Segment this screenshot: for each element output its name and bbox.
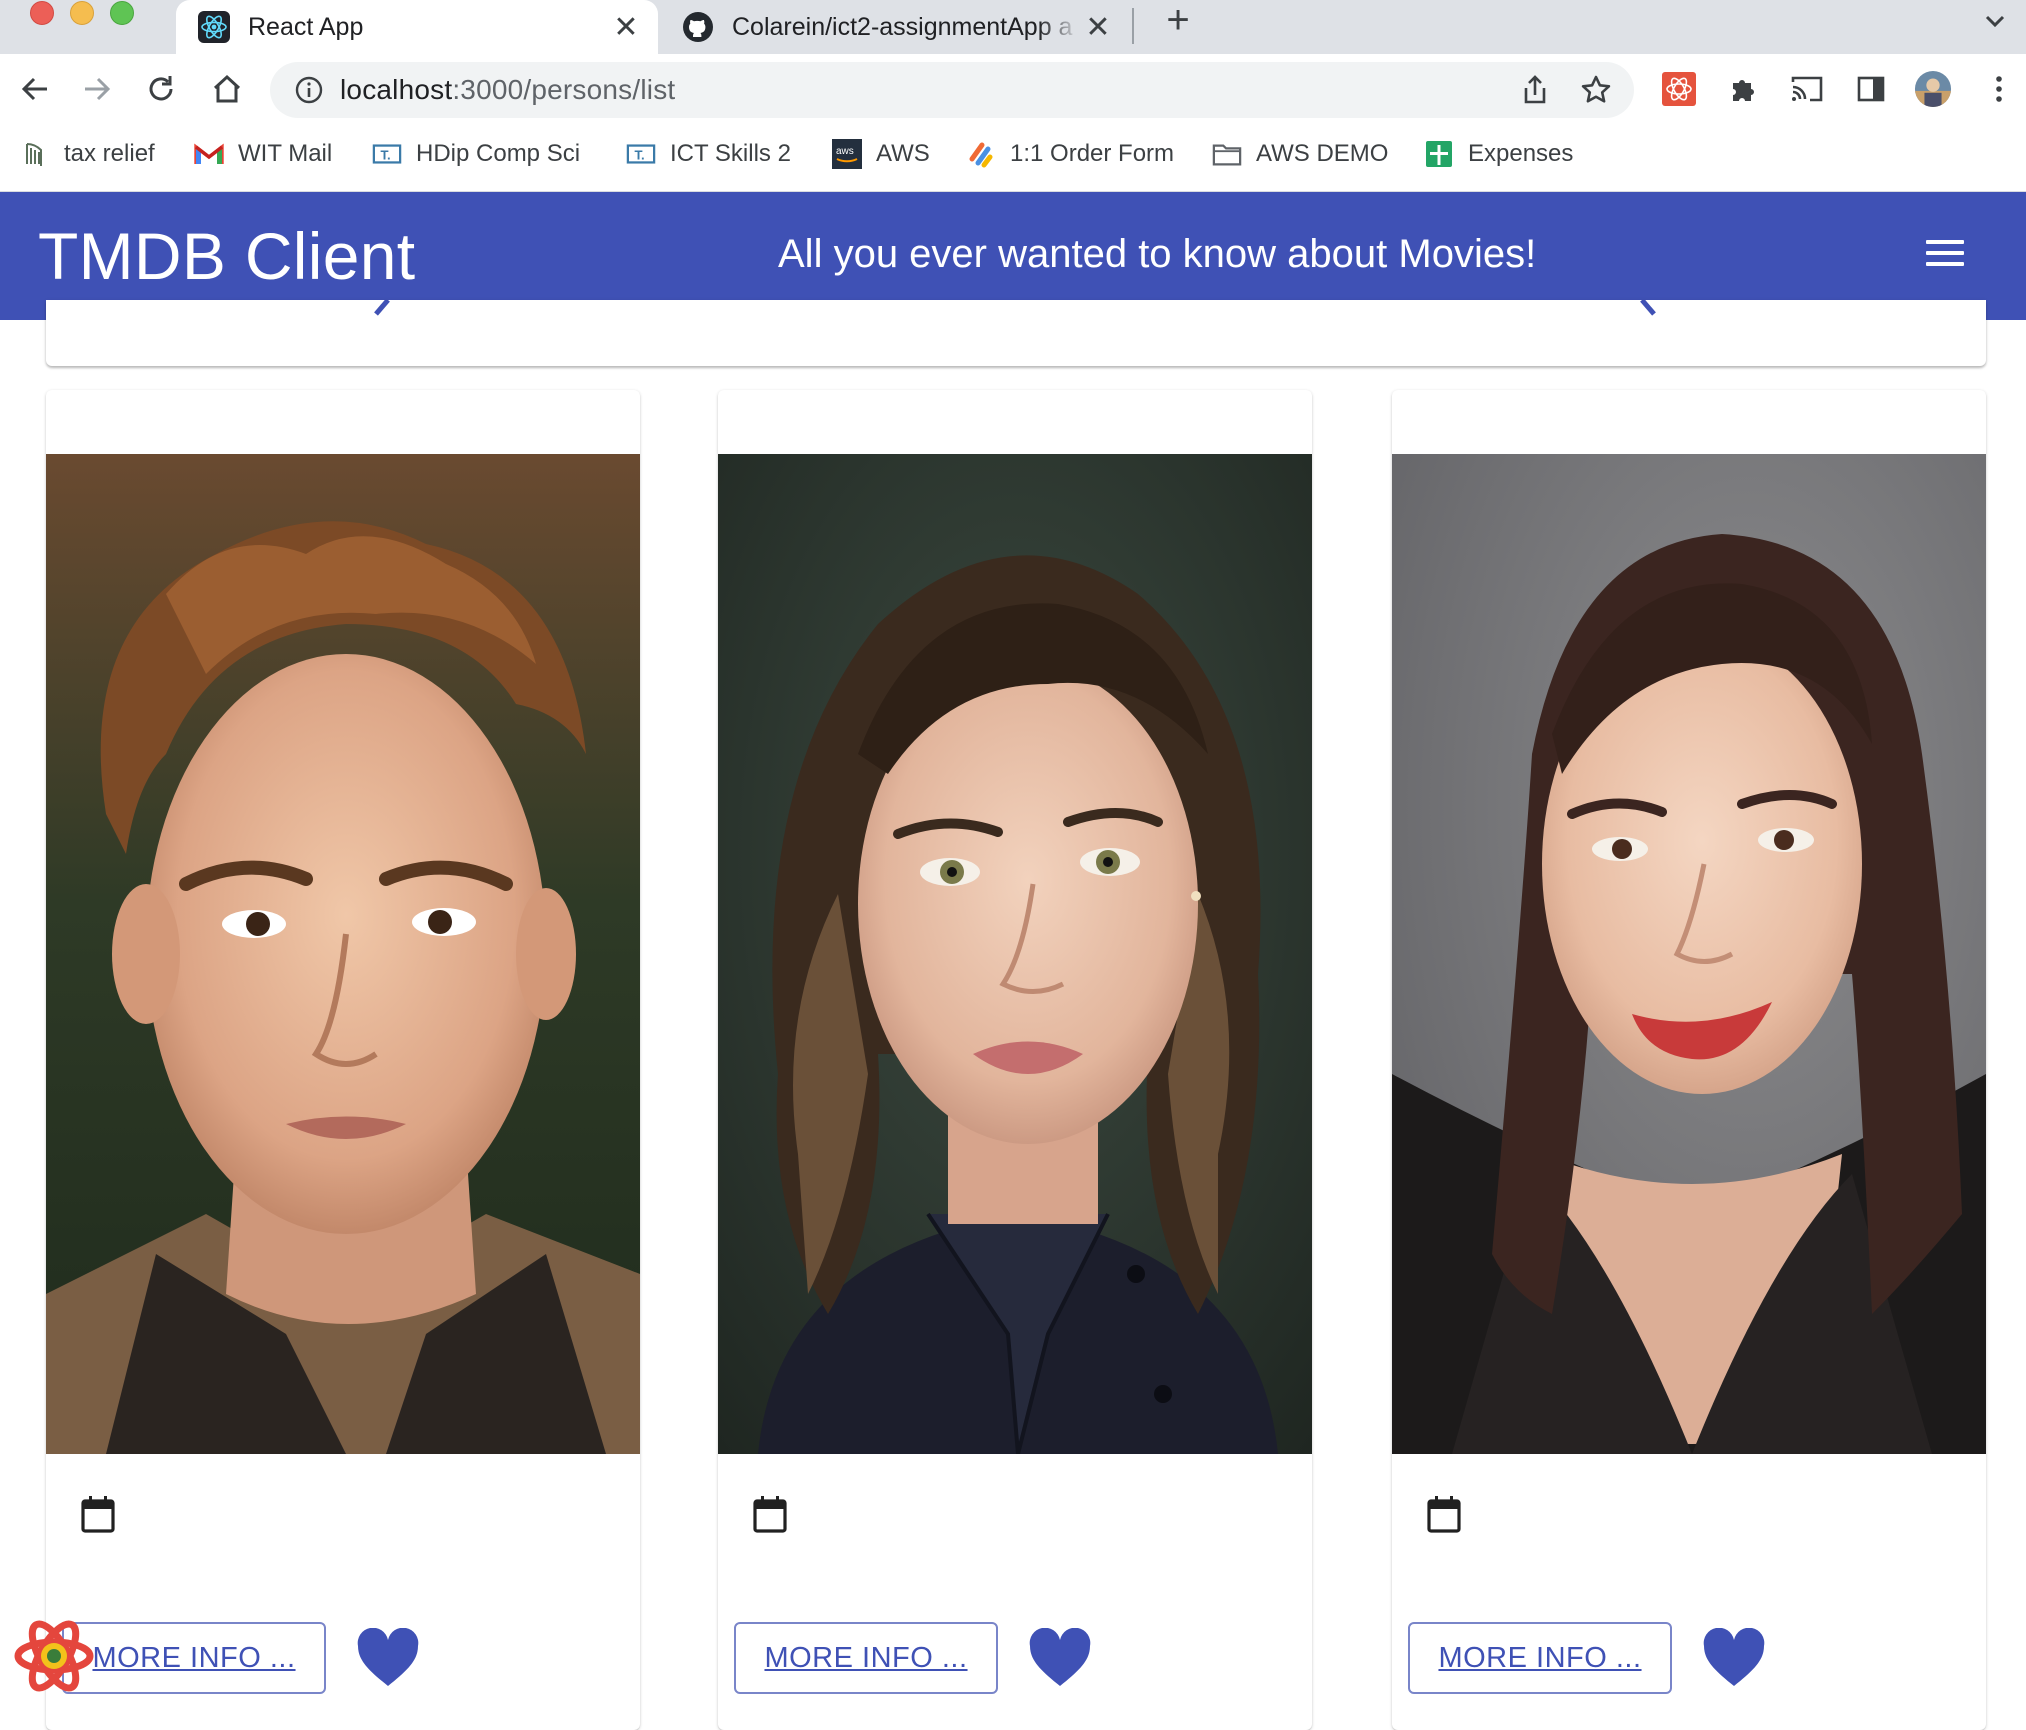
window-controls — [30, 0, 134, 26]
calendar-icon — [1427, 1496, 1461, 1533]
portrait-woman-dark-wavy-hair — [718, 454, 1312, 1454]
bookmark-tax-relief[interactable]: tax relief — [20, 134, 155, 174]
more-info-button[interactable]: MORE INFO ... — [734, 1622, 998, 1694]
app-tagline: All you ever wanted to know about Movies… — [778, 232, 1537, 276]
hamburger-menu-icon[interactable] — [1926, 240, 1964, 270]
bookmarks-bar: tax relief WIT Mail T. HDip Comp Sci T. … — [0, 124, 2026, 192]
site-info-icon[interactable] — [294, 75, 324, 105]
forward-button[interactable] — [78, 70, 116, 108]
favorite-heart-icon[interactable] — [1028, 1628, 1092, 1688]
react-devtools-extension-icon[interactable] — [1660, 70, 1698, 108]
reload-button[interactable] — [142, 70, 180, 108]
back-arrow-icon — [21, 77, 47, 101]
tab-title: React App — [248, 12, 364, 41]
bookmark-ict-skills-2[interactable]: T. ICT Skills 2 — [626, 134, 791, 174]
person-photo[interactable] — [46, 454, 640, 1454]
svg-text:aws: aws — [836, 146, 854, 157]
side-panel-icon[interactable] — [1852, 70, 1890, 108]
react-icon — [198, 11, 230, 43]
close-tab-icon[interactable]: ✕ — [1080, 9, 1116, 45]
bookmark-hdip-comp-sci[interactable]: T. HDip Comp Sci — [372, 134, 580, 174]
cast-icon[interactable] — [1788, 70, 1826, 108]
github-icon — [682, 11, 714, 43]
close-tab-icon[interactable]: ✕ — [608, 9, 644, 45]
home-button[interactable] — [208, 70, 246, 108]
tutors-icon: T. — [626, 139, 656, 169]
revenue-harp-icon — [20, 139, 50, 169]
minimize-window-button[interactable] — [70, 1, 94, 25]
tutors-icon: T. — [372, 139, 402, 169]
more-info-button[interactable]: MORE INFO ... — [1408, 1622, 1672, 1694]
tab-search-chevron-icon[interactable] — [1980, 6, 2010, 36]
bookmark-order-form[interactable]: 1:1 Order Form — [966, 134, 1174, 174]
portrait-woman-smiling-red-lips — [1392, 454, 1986, 1454]
tab-github[interactable]: Colarein/ict2-assignmentApp a ✕ — [660, 0, 1130, 54]
aws-icon: aws — [832, 139, 862, 169]
address-bar[interactable]: localhost:3000/persons/list — [270, 62, 1634, 118]
person-card: MORE INFO ... — [46, 390, 640, 1730]
reload-icon — [149, 76, 173, 101]
url-text: localhost:3000/persons/list — [340, 74, 676, 105]
browser-toolbar: localhost:3000/persons/list — [0, 54, 2026, 124]
forward-arrow-icon — [85, 77, 111, 101]
person-card: MORE INFO ... — [718, 390, 1312, 1730]
bookmark-aws[interactable]: aws AWS — [832, 134, 930, 174]
bookmark-star-icon[interactable] — [1580, 74, 1612, 106]
calendar-icon — [81, 1496, 115, 1533]
svg-text:T.: T. — [380, 148, 390, 163]
page-header-card — [46, 300, 1986, 366]
next-page-arrow-icon[interactable] — [1638, 300, 1660, 330]
share-icon[interactable] — [1520, 74, 1550, 106]
tab-react-app[interactable]: React App ✕ — [176, 0, 658, 54]
bookmark-expenses[interactable]: Expenses — [1424, 134, 1573, 174]
bookmark-aws-demo[interactable]: AWS DEMO — [1212, 134, 1388, 174]
close-window-button[interactable] — [30, 1, 54, 25]
calendar-icon — [753, 1496, 787, 1533]
form-icon — [966, 139, 996, 169]
person-card: MORE INFO ... — [1392, 390, 1986, 1730]
zoom-window-button[interactable] — [110, 1, 134, 25]
home-icon — [213, 74, 241, 103]
tab-title: Colarein/ict2-assignmentApp a — [732, 12, 1073, 41]
browser-menu-icon[interactable] — [1980, 70, 2018, 108]
person-photo[interactable] — [1392, 454, 1986, 1454]
svg-text:T.: T. — [634, 148, 644, 163]
folder-icon — [1212, 139, 1242, 169]
favorite-heart-icon[interactable] — [356, 1628, 420, 1688]
previous-page-arrow-icon[interactable] — [370, 300, 392, 330]
new-tab-button[interactable]: + — [1160, 0, 1196, 42]
gmail-icon — [194, 139, 224, 169]
favorite-heart-icon[interactable] — [1702, 1628, 1766, 1688]
person-photo[interactable] — [718, 454, 1312, 1454]
back-button[interactable] — [16, 70, 54, 108]
extensions-puzzle-icon[interactable] — [1724, 70, 1762, 108]
portrait-young-man-curly-hair — [46, 454, 640, 1454]
more-info-button[interactable]: MORE INFO ... — [62, 1622, 326, 1694]
browser-tab-strip: React App ✕ Colarein/ict2-assignmentApp … — [0, 0, 2026, 54]
sheets-icon — [1424, 139, 1454, 169]
app-title: TMDB Client — [38, 219, 416, 293]
tab-separator — [1132, 8, 1134, 44]
profile-avatar[interactable] — [1914, 70, 1952, 108]
bookmark-wit-mail[interactable]: WIT Mail — [194, 134, 332, 174]
react-query-devtools-icon[interactable] — [12, 1614, 96, 1698]
